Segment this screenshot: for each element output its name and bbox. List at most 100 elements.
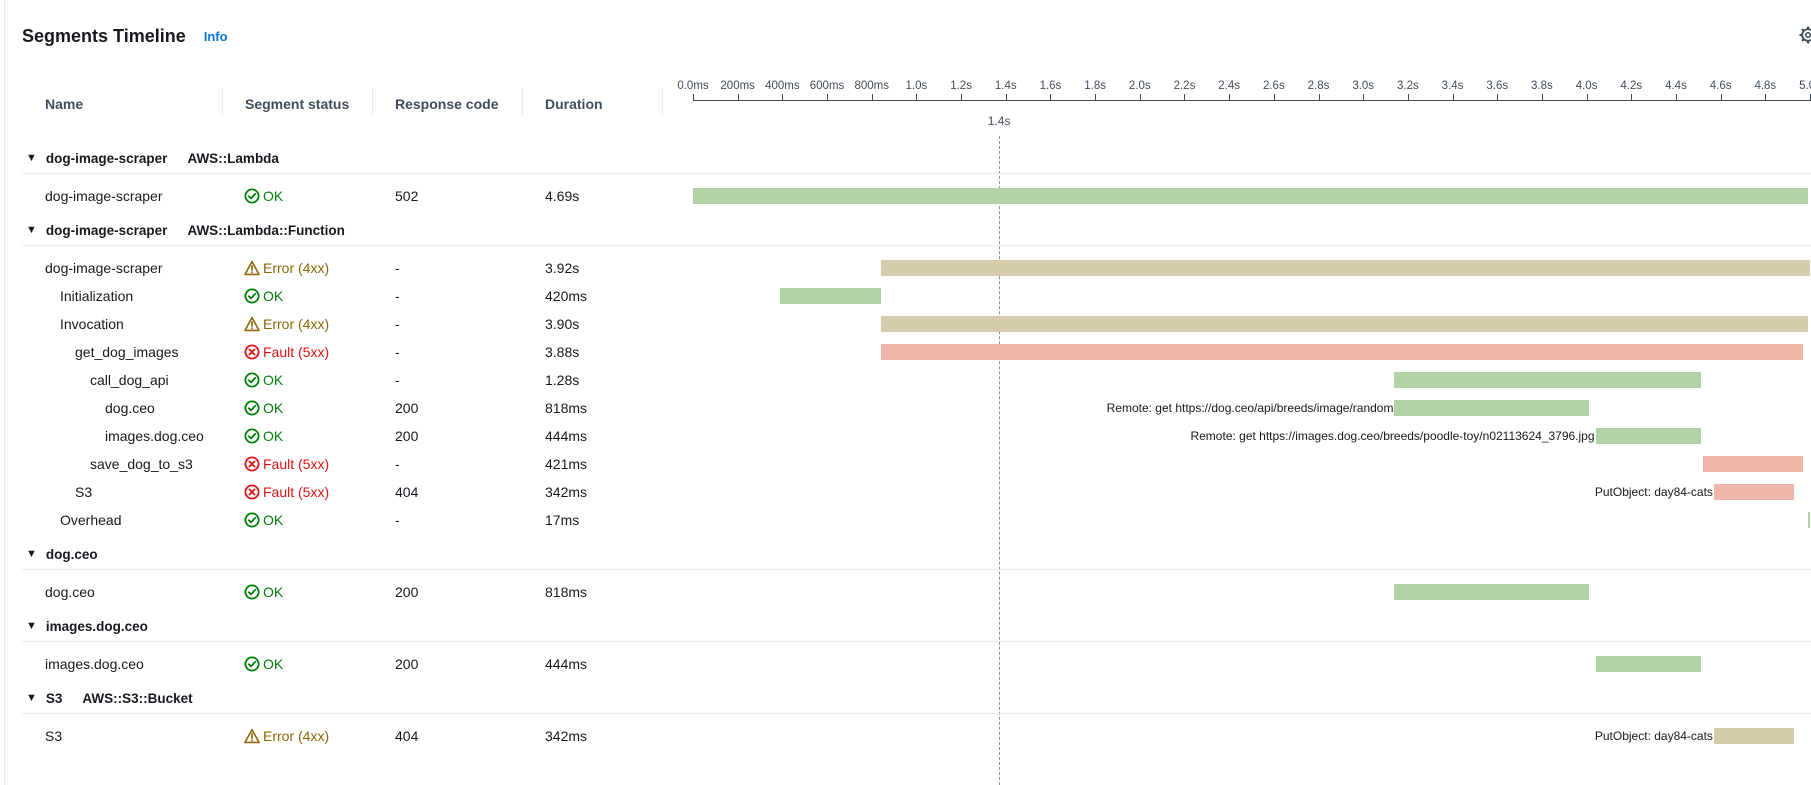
segment-status: Error (4xx) (244, 313, 329, 335)
timeline-bar[interactable] (1713, 728, 1795, 744)
segment-group-header[interactable]: ▼ dog.ceo (26, 543, 98, 565)
column-divider[interactable] (662, 88, 663, 116)
segment-status-label: OK (263, 188, 284, 204)
segment-status-label: OK (263, 372, 284, 388)
axis-tick (693, 94, 694, 101)
timeline-bar[interactable] (880, 316, 1808, 332)
segment-name[interactable]: dog-image-scraper (45, 257, 163, 279)
check-circle-icon (244, 288, 260, 304)
response-code: - (395, 512, 400, 528)
axis-tick-label: 4.2s (1620, 80, 1643, 92)
column-header-response[interactable]: Response code (395, 96, 498, 112)
axis-tick-label: 1.2s (950, 80, 972, 92)
segment-name[interactable]: images.dog.ceo (45, 653, 144, 675)
timeline-bar[interactable] (1394, 372, 1701, 388)
response-code: - (395, 372, 400, 388)
segment-group-name: images.dog.ceo (45, 618, 148, 634)
response-code: 200 (395, 428, 419, 444)
column-header-name[interactable]: Name (45, 96, 83, 112)
response-code: 502 (395, 188, 419, 204)
group-divider (22, 569, 1811, 570)
segment-group-name: dog-image-scraper (45, 222, 168, 238)
response-code: 200 (395, 584, 419, 600)
timeline-bar[interactable] (880, 260, 1810, 276)
segment-name[interactable]: images.dog.ceo (105, 425, 204, 447)
segment-name[interactable]: get_dog_images (75, 341, 179, 363)
segment-name[interactable]: S3 (75, 481, 92, 503)
caret-down-icon[interactable]: ▼ (26, 548, 37, 560)
segment-group-header[interactable]: ▼ dog-image-scraper AWS::Lambda (26, 147, 279, 169)
segment-duration: 1.28s (545, 372, 580, 388)
axis-tick (1050, 94, 1052, 101)
axis-tick-label: 4.6s (1709, 80, 1732, 92)
column-header-status[interactable]: Segment status (245, 96, 349, 112)
segment-name[interactable]: dog.ceo (45, 581, 95, 603)
segment-name[interactable]: dog.ceo (105, 397, 155, 419)
check-circle-icon (244, 512, 260, 528)
segment-group-header[interactable]: ▼ S3 AWS::S3::Bucket (26, 687, 193, 709)
group-divider (22, 245, 1811, 246)
axis-tick (871, 94, 873, 101)
segment-status-label: Error (4xx) (263, 260, 330, 276)
timeline-bar[interactable] (1595, 656, 1701, 672)
axis-tick (916, 94, 918, 101)
segment-duration: 342ms (545, 484, 588, 500)
x-circle-icon (244, 484, 260, 500)
timeline-bar[interactable] (1702, 456, 1804, 472)
axis-tick (1720, 94, 1722, 101)
timeline-bar[interactable] (1595, 428, 1701, 444)
segment-duration: 3.88s (545, 344, 580, 360)
segment-name[interactable]: Invocation (60, 313, 124, 335)
axis-tick (1407, 94, 1409, 101)
timeline-bar[interactable] (780, 288, 881, 304)
axis-tick-label: 1.6s (1039, 80, 1062, 92)
axis-tick (1631, 94, 1633, 101)
axis-tick-label: 0.0ms (677, 80, 709, 92)
gear-icon[interactable] (1799, 26, 1811, 44)
timeline-bar[interactable] (693, 188, 1808, 204)
segment-name[interactable]: S3 (45, 725, 62, 747)
timeline-bar[interactable] (1394, 584, 1589, 600)
segment-status-label: Fault (5xx) (263, 484, 330, 500)
axis-tick-label: 2.2s (1173, 80, 1196, 92)
axis-tick-label: 5.0s (1799, 80, 1811, 92)
response-code: - (395, 288, 400, 304)
axis-tick-label: 400ms (765, 80, 800, 92)
axis-tick-label: 1.4s (994, 80, 1017, 92)
segment-name[interactable]: call_dog_api (90, 369, 169, 391)
segment-group-type: AWS::S3::Bucket (82, 690, 193, 706)
segment-group-header[interactable]: ▼ dog-image-scraper AWS::Lambda::Function (26, 219, 345, 241)
segment-group-header[interactable]: ▼ images.dog.ceo (26, 615, 148, 637)
axis-tick (1095, 94, 1097, 101)
segment-status: OK (244, 369, 283, 391)
segment-status-label: Error (4xx) (263, 728, 330, 744)
axis-tick-label: 4.4s (1665, 80, 1687, 92)
segment-group-name: dog.ceo (45, 546, 98, 562)
column-header-duration[interactable]: Duration (545, 96, 603, 112)
segment-name[interactable]: save_dog_to_s3 (90, 453, 193, 475)
axis-tick-label: 3.0s (1352, 80, 1375, 92)
timeline-bar[interactable] (1394, 400, 1589, 416)
axis-tick-label: 4.8s (1754, 80, 1777, 92)
panel-header: Segments Timeline Info (22, 22, 228, 50)
timeline-bar[interactable] (1713, 484, 1795, 500)
axis-tick (1318, 94, 1320, 101)
info-link[interactable]: Info (204, 29, 228, 44)
response-code: 200 (395, 400, 419, 416)
caret-down-icon[interactable]: ▼ (26, 224, 37, 236)
axis-tick (737, 94, 739, 101)
column-divider[interactable] (522, 88, 523, 116)
caret-down-icon[interactable]: ▼ (26, 692, 37, 704)
timeline-bar[interactable] (1807, 512, 1810, 528)
caret-down-icon[interactable]: ▼ (26, 620, 37, 632)
segment-duration: 3.92s (545, 260, 580, 276)
segment-duration: 4.69s (545, 188, 580, 204)
column-divider[interactable] (372, 88, 373, 116)
segment-name[interactable]: Overhead (60, 509, 121, 531)
caret-down-icon[interactable]: ▼ (26, 152, 37, 164)
column-divider[interactable] (222, 88, 223, 116)
segment-name[interactable]: dog-image-scraper (45, 185, 163, 207)
timeline-bar[interactable] (880, 344, 1804, 360)
axis-tick-label: 800ms (854, 80, 889, 92)
segment-name[interactable]: Initialization (60, 285, 133, 307)
